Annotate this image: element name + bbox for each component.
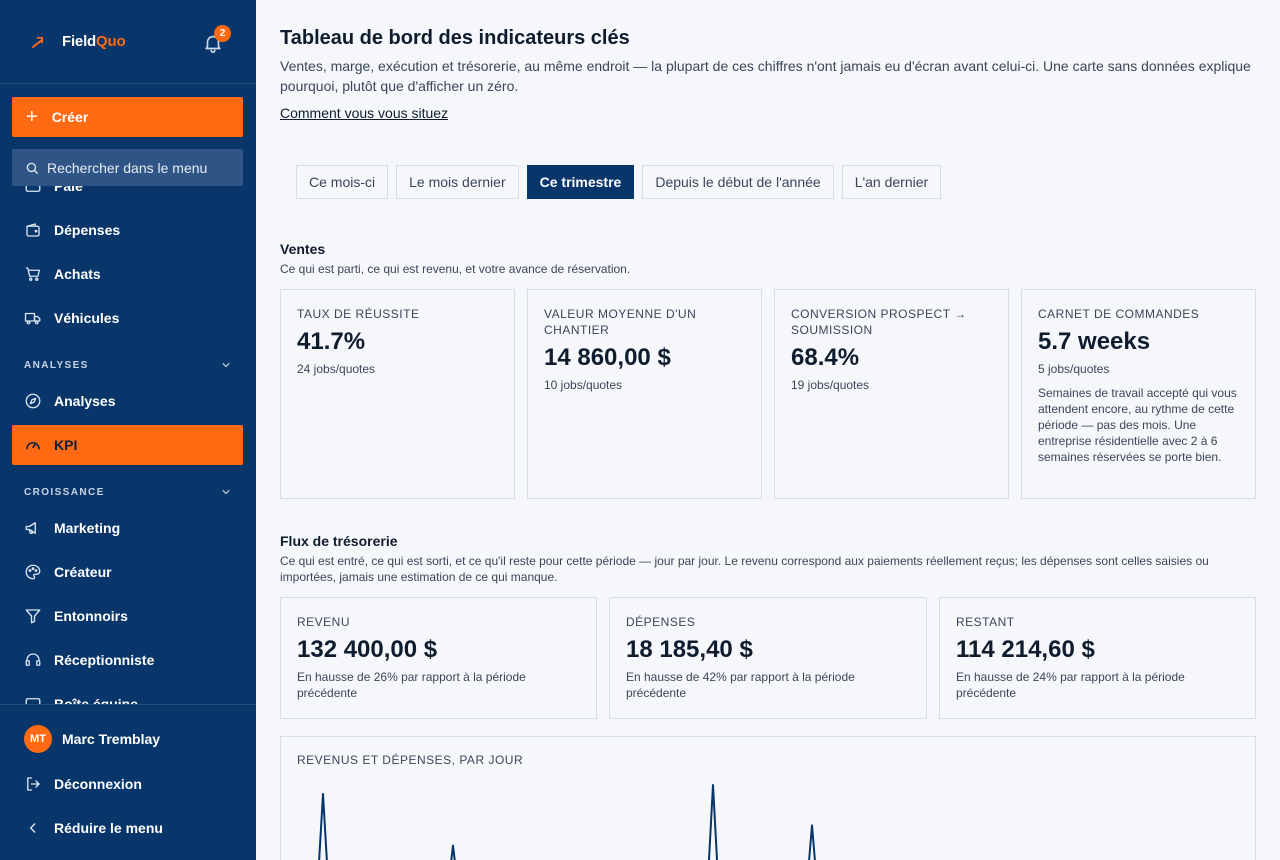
- search-icon: [26, 162, 38, 174]
- card-label: CONVERSION PROSPECT → SOUMISSION: [791, 307, 967, 337]
- wallet-icon: [24, 221, 42, 239]
- sidebar-item-kpi[interactable]: KPI: [12, 425, 243, 465]
- card-value: 114 214,60 $: [956, 636, 1095, 663]
- card-meta: En hausse de 26% par rapport à la périod…: [297, 670, 526, 700]
- user-profile[interactable]: MT Marc Tremblay: [24, 725, 160, 753]
- user-name: Marc Tremblay: [62, 731, 161, 747]
- headset-icon: [24, 651, 42, 669]
- period-tab-ytd[interactable]: Depuis le début de l'année: [642, 165, 834, 199]
- daily-revenue-expense-chart: REVENUS ET DÉPENSES, PAR JOUR: [280, 736, 1256, 860]
- plus-icon: +: [26, 106, 38, 128]
- period-tab-last-month[interactable]: Le mois dernier: [396, 165, 519, 199]
- avatar: MT: [24, 725, 52, 753]
- sales-section-title: Ventes: [280, 241, 326, 257]
- main-content: Tableau de bord des indicateurs clés Ven…: [256, 0, 1280, 860]
- benchmark-link[interactable]: Comment vous vous situez: [280, 105, 448, 121]
- card-label: REVENU: [297, 615, 351, 629]
- card-meta: 10 jobs/quotes: [544, 378, 623, 392]
- cart-icon: [24, 265, 42, 283]
- cashflow-card-expenses: DÉPENSES 18 185,40 $ En hausse de 42% pa…: [609, 597, 927, 719]
- chart-spike: [450, 844, 456, 860]
- period-selector: Ce mois-ci Le mois dernier Ce trimestre …: [296, 165, 942, 199]
- period-tab-this-quarter[interactable]: Ce trimestre: [526, 165, 635, 199]
- card-meta: 24 jobs/quotes: [297, 362, 376, 376]
- card-value: 18 185,40 $: [626, 636, 753, 663]
- brand-logo[interactable]: FieldQuo: [62, 33, 126, 50]
- sidebar-item-marketing[interactable]: Marketing: [12, 508, 243, 548]
- card-label: TAUX DE RÉUSSITE: [297, 307, 420, 321]
- card-value: 14 860,00 $: [544, 344, 671, 371]
- kpi-card-backlog: CARNET DE COMMANDES 5.7 weeks 5 jobs/quo…: [1021, 289, 1256, 499]
- sidebar: FieldQuo 2 + Créer Rechercher dans le me…: [0, 0, 256, 860]
- collapse-menu-button[interactable]: Réduire le menu: [24, 819, 163, 837]
- compass-icon: [24, 392, 42, 410]
- sales-section-desc: Ce qui est parti, ce qui est revenu, et …: [280, 262, 631, 276]
- chevron-down-icon: [222, 362, 230, 368]
- chart-spike: [318, 792, 328, 860]
- card-label: VALEUR MOYENNE D'UN CHANTIER: [544, 307, 697, 337]
- card-meta: En hausse de 24% par rapport à la périod…: [956, 670, 1185, 700]
- period-tab-this-month[interactable]: Ce mois-ci: [296, 165, 389, 199]
- cashflow-card-revenue: REVENU 132 400,00 $ En hausse de 26% par…: [280, 597, 597, 719]
- megaphone-icon: [24, 519, 42, 537]
- sidebar-nav[interactable]: Paie Dépenses Achats Véhicules ANALYSES: [0, 186, 256, 704]
- sidebar-item-vehicules[interactable]: Véhicules: [12, 298, 243, 338]
- card-value: 5.7 weeks: [1038, 328, 1151, 355]
- cashflow-section-title: Flux de trésorerie: [280, 533, 398, 549]
- chart-plot: [318, 784, 816, 860]
- menu-search-input[interactable]: Rechercher dans le menu: [12, 149, 243, 186]
- chevron-left-icon: [24, 819, 42, 837]
- sidebar-item-boite-equipe[interactable]: Boîte équipe: [12, 684, 243, 704]
- card-meta: 5 jobs/quotes: [1038, 362, 1110, 376]
- kpi-card-avg-job-value: VALEUR MOYENNE D'UN CHANTIER 14 860,00 $…: [527, 289, 762, 499]
- kpi-card-lead-conversion: CONVERSION PROSPECT → SOUMISSION 68.4% 1…: [774, 289, 1009, 499]
- create-button[interactable]: + Créer: [12, 97, 243, 137]
- logout-button[interactable]: Déconnexion: [24, 775, 142, 793]
- page-title: Tableau de bord des indicateurs clés: [280, 27, 630, 49]
- gauge-icon: [24, 436, 42, 454]
- sidebar-item-createur[interactable]: Créateur: [12, 552, 243, 592]
- card-note: Semaines de travail accepté qui vous att…: [1038, 386, 1237, 464]
- card-value: 41.7%: [297, 328, 366, 355]
- card-label: RESTANT: [956, 615, 1015, 629]
- cashflow-card-remaining: RESTANT 114 214,60 $ En hausse de 24% pa…: [939, 597, 1256, 719]
- card-label: DÉPENSES: [626, 615, 696, 629]
- sidebar-item-entonnoirs[interactable]: Entonnoirs: [12, 596, 243, 636]
- card-label: CARNET DE COMMANDES: [1038, 307, 1200, 321]
- search-placeholder: Rechercher dans le menu: [47, 159, 208, 176]
- cashflow-section-desc: Ce qui est entré, ce qui est sorti, et c…: [280, 554, 1209, 584]
- inbox-icon: [24, 695, 42, 704]
- palette-icon: [24, 563, 42, 581]
- section-analyses[interactable]: ANALYSES: [24, 359, 232, 371]
- kpi-card-win-rate: TAUX DE RÉUSSITE 41.7% 24 jobs/quotes: [280, 289, 515, 499]
- create-label: Créer: [51, 109, 89, 125]
- sidebar-item-paie[interactable]: Paie: [12, 186, 243, 206]
- chart-spike: [707, 784, 719, 860]
- card-value: 68.4%: [791, 344, 860, 371]
- logo-arrow-icon: [32, 36, 44, 48]
- funnel-icon: [24, 607, 42, 625]
- sidebar-item-receptionniste[interactable]: Réceptionniste: [12, 640, 243, 680]
- notification-badge: 2: [214, 25, 231, 42]
- period-tab-last-year[interactable]: L'an dernier: [841, 165, 942, 199]
- page-subtitle: Ventes, marge, exécution et trésorerie, …: [280, 58, 1251, 94]
- chevron-down-icon: [222, 489, 230, 495]
- sidebar-item-depenses[interactable]: Dépenses: [12, 210, 243, 250]
- section-croissance[interactable]: CROISSANCE: [24, 486, 232, 498]
- payroll-icon: [24, 186, 42, 195]
- truck-icon: [24, 309, 42, 327]
- card-meta: 19 jobs/quotes: [791, 378, 870, 392]
- card-meta: En hausse de 42% par rapport à la périod…: [626, 670, 855, 700]
- card-value: 132 400,00 $: [297, 636, 438, 663]
- sidebar-item-analyses[interactable]: Analyses: [12, 381, 243, 421]
- sidebar-item-achats[interactable]: Achats: [12, 254, 243, 294]
- sidebar-footer: MT Marc Tremblay Déconnexion Réduire le …: [0, 704, 256, 860]
- logout-icon: [24, 775, 42, 793]
- chart-spike: [808, 824, 816, 860]
